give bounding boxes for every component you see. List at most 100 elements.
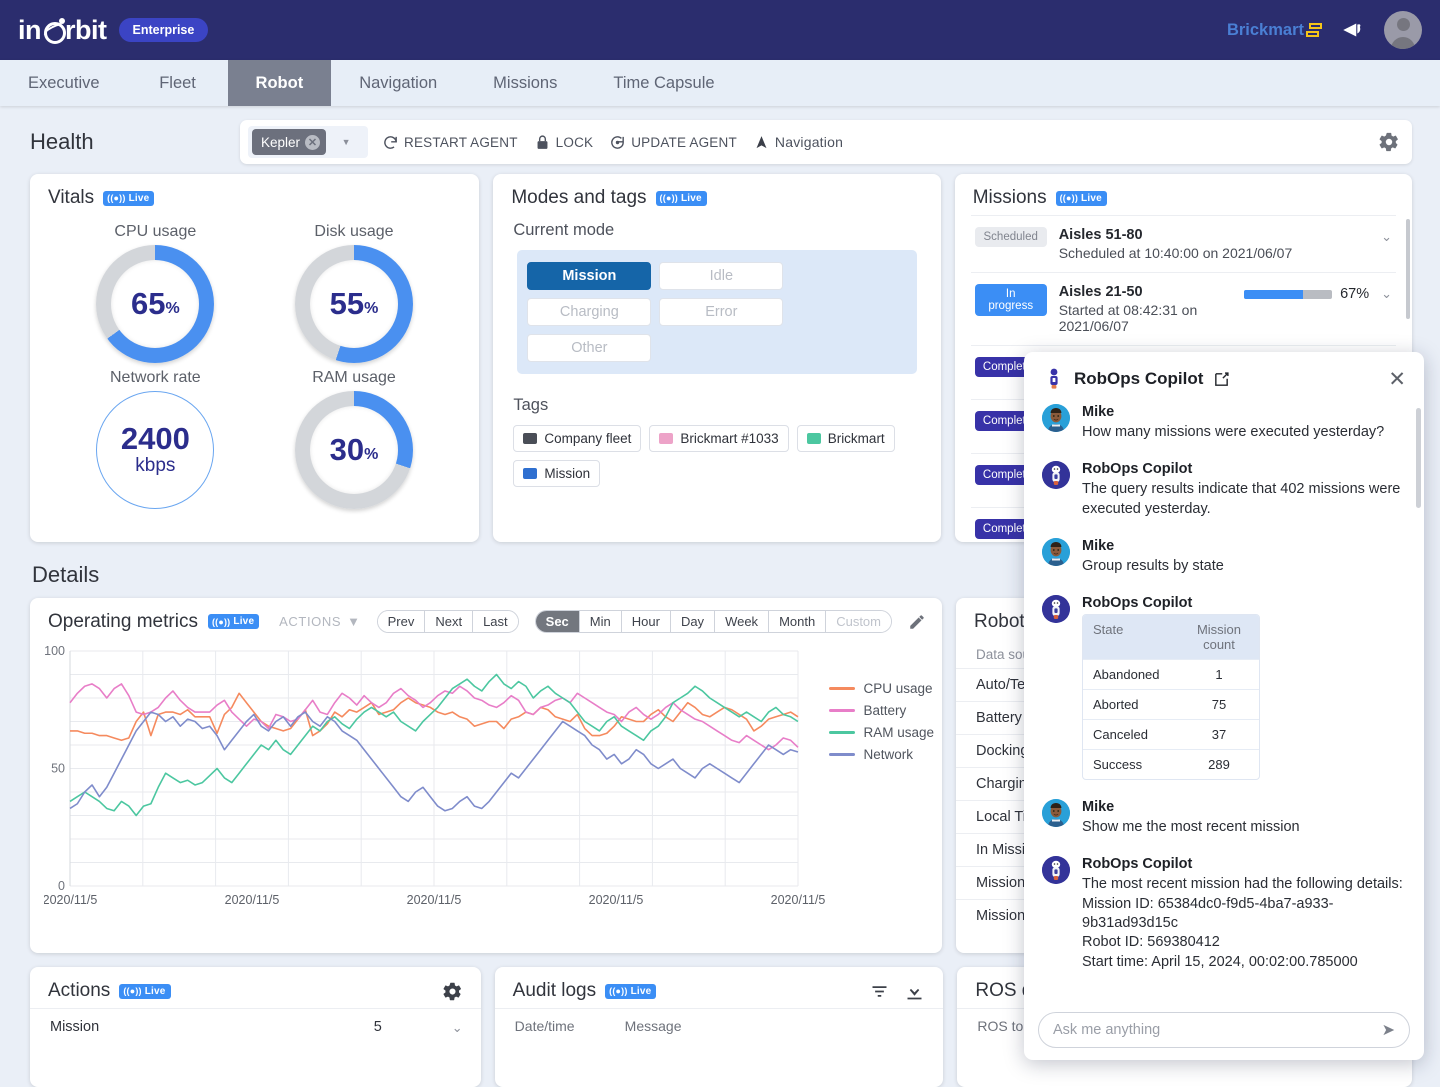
- range-button-custom[interactable]: Custom: [826, 611, 891, 632]
- update-agent-button[interactable]: UPDATE AGENT: [609, 134, 737, 151]
- live-label: Live: [129, 193, 150, 204]
- progress-track: [1244, 290, 1332, 299]
- mode-button-error[interactable]: Error: [659, 298, 783, 326]
- paging-button-prev[interactable]: Prev: [378, 611, 426, 632]
- paging-button-last[interactable]: Last: [473, 611, 518, 632]
- restart-agent-label: RESTART AGENT: [404, 135, 518, 150]
- nav-tab-label: Navigation: [359, 74, 437, 93]
- chat-author: RobOps Copilot: [1082, 595, 1408, 611]
- navigation-button[interactable]: Navigation: [753, 134, 843, 151]
- lock-button[interactable]: LOCK: [534, 134, 594, 151]
- edit-pencil-icon[interactable]: [908, 613, 926, 631]
- legend-item[interactable]: CPU usage: [829, 681, 934, 696]
- download-icon[interactable]: [904, 981, 925, 1002]
- legend-swatch-icon: [829, 731, 855, 735]
- nav-tab-navigation[interactable]: Navigation: [331, 60, 465, 106]
- nav-tab-missions[interactable]: Missions: [465, 60, 585, 106]
- chat-message-body: RobOps CopilotThe most recent mission ha…: [1082, 856, 1408, 971]
- progress-fill: [1244, 290, 1303, 299]
- tag-chip[interactable]: Mission: [513, 460, 600, 487]
- chevron-down-icon[interactable]: ⌄: [452, 1018, 463, 1036]
- gear-icon[interactable]: [1378, 131, 1400, 153]
- range-button-week[interactable]: Week: [715, 611, 769, 632]
- scrollbar[interactable]: [1406, 219, 1410, 319]
- gauge-ram-usage: RAM usage 30%: [255, 369, 454, 509]
- chevron-down-icon[interactable]: ⌄: [1381, 227, 1392, 245]
- send-icon[interactable]: ➤: [1382, 1020, 1395, 1040]
- svg-text:2020/11/5: 2020/11/5: [407, 893, 462, 907]
- table-col-count: Mission count: [1179, 615, 1259, 659]
- range-button-sec[interactable]: Sec: [536, 611, 580, 632]
- user-avatar-icon: [1042, 799, 1070, 827]
- gear-icon[interactable]: [442, 981, 463, 1002]
- restart-agent-button[interactable]: RESTART AGENT: [382, 134, 518, 151]
- bot-avatar-icon: [1042, 856, 1070, 884]
- mode-button-idle[interactable]: Idle: [659, 262, 783, 290]
- nav-tab-label: Time Capsule: [613, 74, 714, 93]
- chat-message: MikeHow many missions were executed yest…: [1042, 404, 1408, 442]
- nav-tab-robot[interactable]: Robot: [228, 60, 332, 106]
- gauge-label: RAM usage: [255, 369, 454, 387]
- nav-tab-label: Missions: [493, 74, 557, 93]
- chat-message-body: RobOps CopilotStateMission countAbandone…: [1082, 595, 1408, 780]
- paging-button-next[interactable]: Next: [425, 611, 473, 632]
- tag-chip[interactable]: Brickmart #1033: [649, 425, 788, 452]
- legend-item[interactable]: Network: [829, 747, 934, 762]
- bot-avatar-icon: [1042, 461, 1070, 489]
- range-button-hour[interactable]: Hour: [622, 611, 671, 632]
- mode-button-group: Mission Idle Charging Error Other: [517, 250, 916, 374]
- brand-logo[interactable]: inrbit Enterprise: [18, 15, 208, 46]
- mission-row[interactable]: In progressAisles 21-50Started at 08:42:…: [971, 272, 1396, 345]
- range-button-min[interactable]: Min: [580, 611, 622, 632]
- mode-button-charging[interactable]: Charging: [527, 298, 651, 326]
- mission-row[interactable]: ScheduledAisles 51-80Scheduled at 10:40:…: [971, 215, 1396, 272]
- close-icon[interactable]: ✕: [1388, 369, 1406, 390]
- vitals-title: Vitals: [48, 187, 94, 209]
- restart-icon: [382, 134, 399, 151]
- action-value: 5: [374, 1019, 452, 1035]
- broadcast-icon: ((●)): [123, 986, 141, 996]
- tag-chip[interactable]: Brickmart: [797, 425, 895, 452]
- navigation-arrow-icon: [753, 134, 770, 151]
- legend-item[interactable]: Battery: [829, 703, 934, 718]
- user-avatar: [1042, 404, 1070, 432]
- announcements-icon[interactable]: [1340, 17, 1366, 43]
- robot-chip[interactable]: Kepler ✕: [252, 129, 326, 155]
- filter-icon[interactable]: [869, 981, 890, 1002]
- live-label: Live: [681, 193, 702, 204]
- gauge-value: 30%: [295, 391, 413, 509]
- modes-title: Modes and tags: [511, 187, 646, 209]
- action-row[interactable]: Mission 5 ⌄: [30, 1008, 481, 1045]
- chevron-down-icon[interactable]: ▼: [326, 137, 366, 147]
- edit-icon[interactable]: [1213, 371, 1230, 388]
- mode-button-other[interactable]: Other: [527, 334, 651, 362]
- nav-tab-time-capsule[interactable]: Time Capsule: [585, 60, 742, 106]
- legend-item[interactable]: RAM usage: [829, 725, 934, 740]
- live-label: Live: [233, 616, 254, 627]
- table-header-row: StateMission count: [1083, 615, 1259, 659]
- scrollbar[interactable]: [1416, 408, 1421, 508]
- chat-message-body: MikeHow many missions were executed yest…: [1082, 404, 1408, 442]
- nav-tab-fleet[interactable]: Fleet: [128, 60, 228, 106]
- user-avatar[interactable]: [1384, 11, 1422, 49]
- bot-avatar: [1042, 856, 1070, 884]
- copilot-input[interactable]: [1053, 1022, 1382, 1038]
- chat-text: Show me the most recent mission: [1082, 818, 1408, 837]
- update-agent-label: UPDATE AGENT: [631, 135, 737, 150]
- chevron-down-icon[interactable]: ⌄: [1381, 284, 1392, 302]
- range-button-day[interactable]: Day: [671, 611, 715, 632]
- actions-dropdown[interactable]: ACTIONS ▼: [279, 614, 360, 629]
- tag-label: Brickmart #1033: [680, 431, 778, 446]
- chat-author: RobOps Copilot: [1082, 856, 1408, 872]
- robot-selector[interactable]: Kepler ✕ ▼: [248, 126, 368, 158]
- user-avatar-icon: [1042, 538, 1070, 566]
- tag-chip[interactable]: Company fleet: [513, 425, 641, 452]
- nav-tab-executive[interactable]: Executive: [0, 60, 128, 106]
- gauge-ring: 65%: [96, 245, 214, 363]
- range-button-month[interactable]: Month: [769, 611, 826, 632]
- mode-button-mission[interactable]: Mission: [527, 262, 651, 290]
- metrics-chart: 0501002020/11/53:08:29 PM PST2020/11/53:…: [44, 643, 934, 908]
- main-nav-tabs: ExecutiveFleetRobot Navigation Missions Tim…: [0, 60, 1440, 106]
- close-icon[interactable]: ✕: [305, 135, 320, 150]
- copilot-input-wrap[interactable]: ➤: [1038, 1012, 1410, 1048]
